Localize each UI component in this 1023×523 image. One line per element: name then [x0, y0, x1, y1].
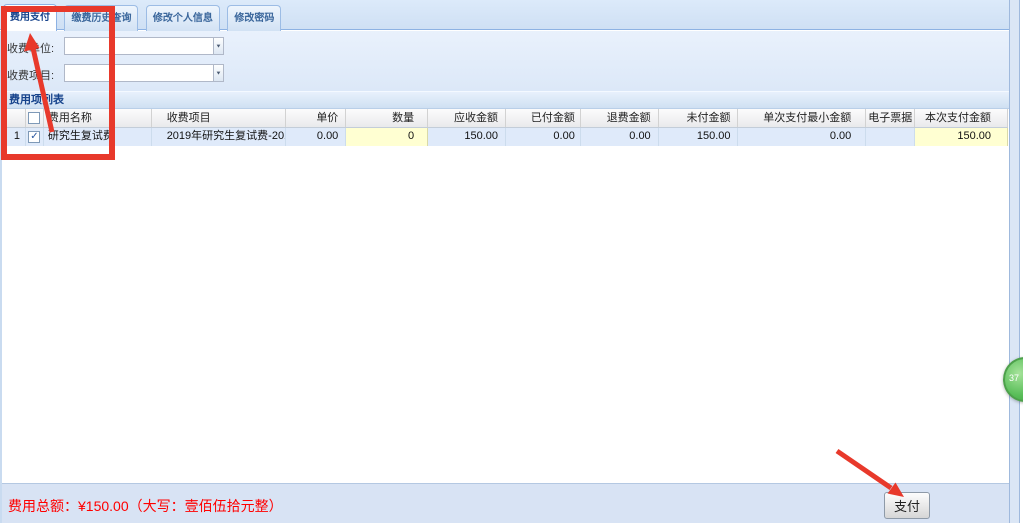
row-checkbox-checked[interactable]: ✓ [28, 131, 40, 143]
charge-item-dropdown-trigger[interactable]: ▼ [213, 65, 223, 81]
rownum-header-cell [2, 109, 26, 127]
cell-unpaid: 150.00 [659, 128, 738, 146]
tab-change-password[interactable]: 修改密码 [227, 5, 281, 31]
fee-payment-app: 费用支付 缴费历史查询 修改个人信息 修改密码 收费单位: ▼ 收费项目: ▼ … [0, 0, 1023, 523]
col-header-unit-price[interactable]: 单价 [286, 109, 346, 127]
cell-fee-name: 研究生复试费 [44, 128, 152, 146]
grid-body-empty-area [2, 146, 1008, 483]
tab-edit-personal-info[interactable]: 修改个人信息 [146, 5, 220, 31]
tab-payment-history[interactable]: 缴费历史查询 [64, 5, 138, 31]
cell-current-payment-editable[interactable]: 150.00 [915, 128, 1008, 146]
charge-unit-label: 收费单位: [7, 40, 54, 56]
cell-min-payment: 0.00 [738, 128, 867, 146]
check-icon: ✓ [30, 131, 38, 142]
col-header-quantity[interactable]: 数量 [346, 109, 428, 127]
badge-count: 37 [1009, 373, 1019, 383]
table-row[interactable]: 1 ✓ 研究生复试费 2019年研究生复试费-2019年研究生... 0.00 … [2, 128, 1008, 146]
footer-bar: 费用总额：¥150.00（大写：壹佰伍拾元整） 支付 [0, 483, 1009, 523]
col-header-paid[interactable]: 已付金额 [506, 109, 581, 127]
query-form: 收费单位: ▼ 收费项目: ▼ [2, 31, 1009, 91]
col-header-current-payment[interactable]: 本次支付金额 [915, 109, 1008, 127]
pay-button[interactable]: 支付 [884, 492, 930, 519]
right-scroll-strip[interactable] [1009, 0, 1020, 523]
total-amount-text: 费用总额：¥150.00（大写：壹佰伍拾元整） [8, 496, 283, 516]
col-header-refund[interactable]: 退费金额 [581, 109, 659, 127]
charge-item-label: 收费项目: [7, 67, 54, 83]
cell-unit-price: 0.00 [286, 128, 346, 146]
col-header-charge-item[interactable]: 收费项目 [152, 109, 287, 127]
fee-list-panel-header: 费用项列表 [2, 91, 1009, 109]
select-all-cell [26, 109, 44, 127]
charge-item-combo: ▼ [64, 64, 224, 82]
cell-receivable: 150.00 [428, 128, 506, 146]
row-number: 1 [2, 128, 26, 146]
charge-unit-dropdown-trigger[interactable]: ▼ [213, 38, 223, 54]
col-header-unpaid[interactable]: 未付金额 [659, 109, 738, 127]
col-header-receivable[interactable]: 应收金额 [428, 109, 506, 127]
charge-unit-input[interactable] [65, 38, 213, 54]
col-header-e-invoice[interactable]: 电子票据 [866, 109, 915, 127]
cell-paid: 0.00 [506, 128, 581, 146]
charge-item-input[interactable] [65, 65, 213, 81]
chevron-down-icon: ▼ [215, 70, 221, 76]
grid-header-row: 费用名称 收费项目 单价 数量 应收金额 已付金额 退费金额 未付金额 单次支付… [2, 109, 1008, 128]
cell-charge-item: 2019年研究生复试费-2019年研究生... [152, 128, 287, 146]
col-header-min-payment[interactable]: 单次支付最小金额 [738, 109, 867, 127]
cell-refund: 0.00 [581, 128, 659, 146]
panel-left-border [0, 31, 2, 523]
tab-fee-payment[interactable]: 费用支付 [3, 4, 57, 31]
select-all-checkbox[interactable] [28, 112, 40, 124]
tab-bar: 费用支付 缴费历史查询 修改个人信息 修改密码 [0, 0, 1009, 30]
chevron-down-icon: ▼ [215, 43, 221, 49]
cell-quantity-editable[interactable]: 0 [346, 128, 428, 146]
row-select-cell: ✓ [26, 128, 44, 146]
col-header-fee-name[interactable]: 费用名称 [44, 109, 152, 127]
cell-e-invoice [866, 128, 915, 146]
charge-unit-combo: ▼ [64, 37, 224, 55]
